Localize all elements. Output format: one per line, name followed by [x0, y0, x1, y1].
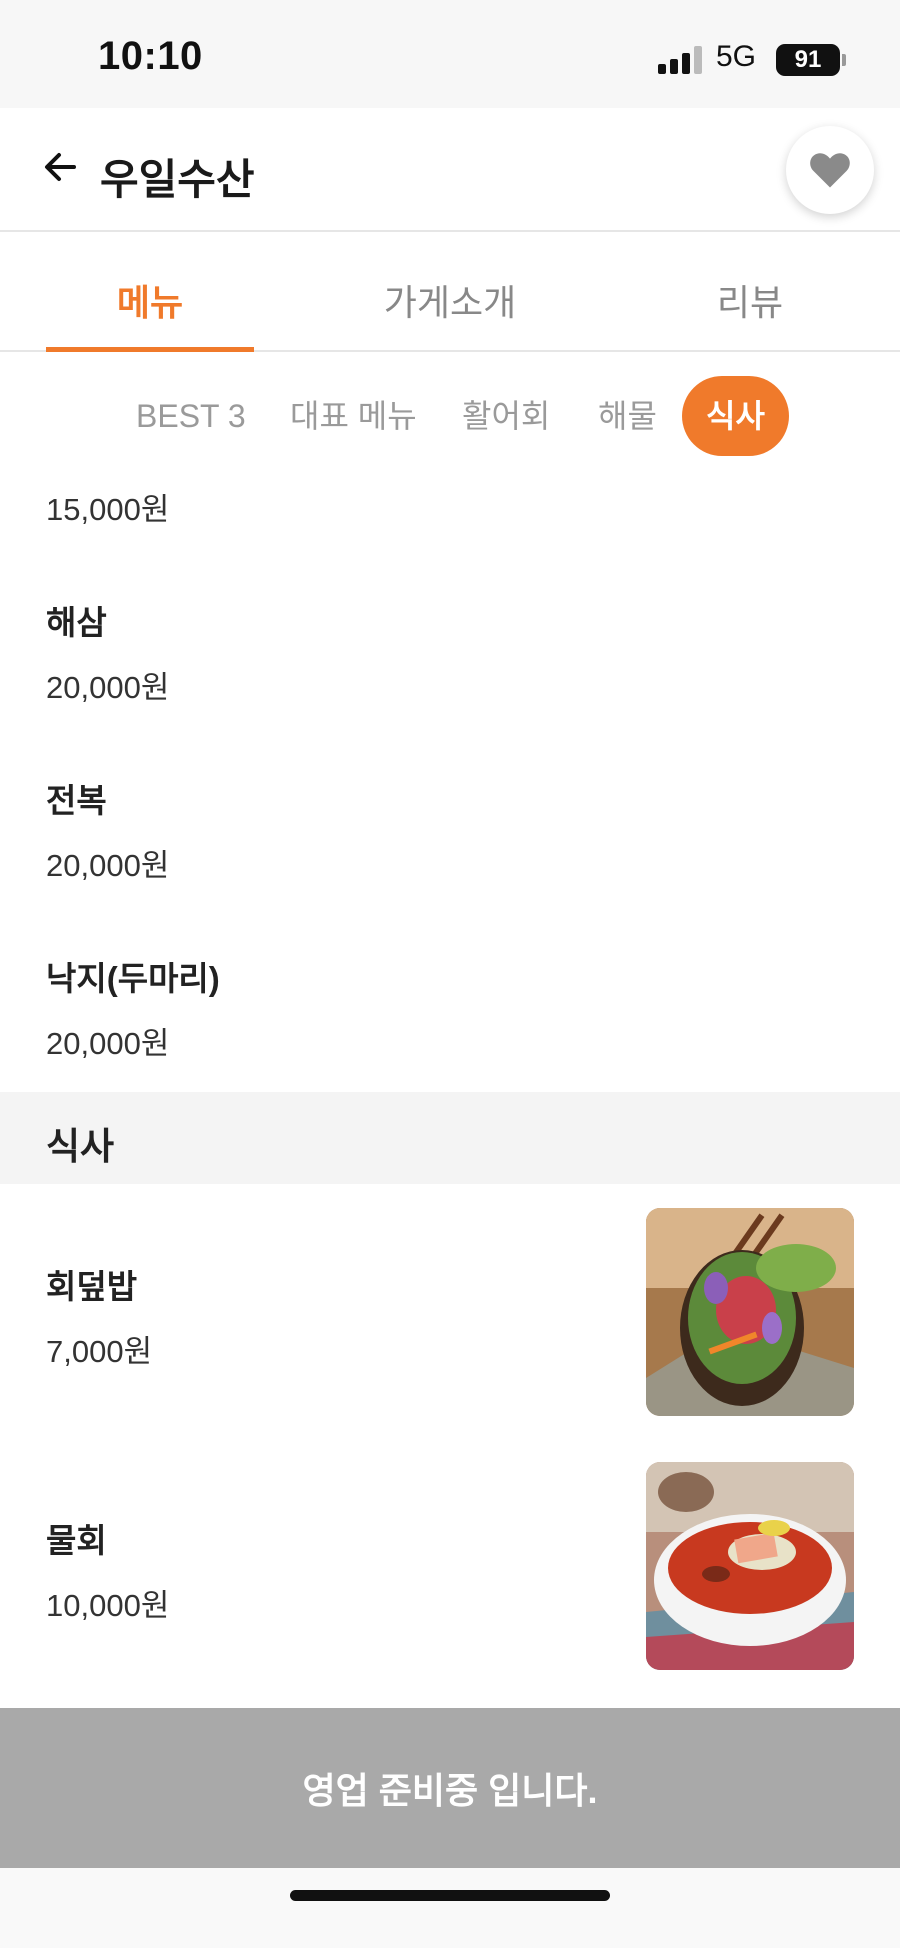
hoedeopbap-photo — [646, 1208, 854, 1416]
menu-item-price: 7,000원 — [46, 1334, 153, 1369]
category-live-fish[interactable]: 활어회 — [462, 376, 550, 456]
menu-item-price: 15,000원 — [46, 492, 170, 527]
store-closed-bar: 영업 준비중 입니다. — [0, 1708, 900, 1868]
status-time: 10:10 — [98, 34, 203, 78]
menu-item-price: 10,000원 — [46, 1588, 170, 1623]
tab-menu[interactable]: 메뉴 — [46, 274, 254, 326]
back-button[interactable] — [40, 142, 90, 192]
category-signature[interactable]: 대표 메뉴 — [290, 376, 417, 456]
back-arrow-icon — [45, 153, 76, 181]
status-bar: 10:10 5G 91 — [0, 0, 900, 108]
menu-item-name: 해삼 — [46, 604, 107, 641]
tab-store-info[interactable]: 가게소개 — [350, 274, 550, 326]
store-closed-message: 영업 준비중 입니다. — [302, 1770, 598, 1811]
home-area — [0, 1868, 900, 1948]
section-title: 식사 — [46, 1126, 115, 1167]
heart-icon — [810, 153, 850, 188]
active-tab-indicator — [46, 347, 254, 352]
tab-reviews[interactable]: 리뷰 — [650, 274, 850, 326]
page-title: 우일수산 — [100, 156, 255, 203]
menu-item-name: 물회 — [46, 1522, 107, 1559]
category-seafood[interactable]: 해물 — [598, 376, 657, 456]
category-chips: BEST 3 대표 메뉴 활어회 해물 식사 — [0, 354, 900, 464]
mulhoe-photo — [646, 1462, 854, 1670]
app-header: 우일수산 — [0, 108, 900, 232]
main-tabs: 메뉴 가게소개 리뷰 — [0, 234, 900, 352]
menu-item-name: 전복 — [46, 782, 107, 819]
signal-icon — [658, 46, 704, 74]
menu-item-price: 20,000원 — [46, 1026, 170, 1061]
section-header-meal: 식사 — [0, 1092, 900, 1184]
favorite-button[interactable] — [786, 126, 874, 214]
menu-item-name: 낙지(두마리) — [46, 960, 220, 997]
menu-item-price: 20,000원 — [46, 670, 170, 705]
menu-item-price: 20,000원 — [46, 848, 170, 883]
category-meal[interactable]: 식사 — [682, 376, 789, 456]
battery-icon: 91 — [776, 44, 840, 76]
menu-item-name: 회덮밥 — [46, 1268, 138, 1305]
category-best3[interactable]: BEST 3 — [136, 376, 246, 456]
network-type: 5G — [716, 40, 757, 73]
home-indicator[interactable] — [290, 1890, 610, 1901]
battery-tip — [842, 54, 846, 66]
